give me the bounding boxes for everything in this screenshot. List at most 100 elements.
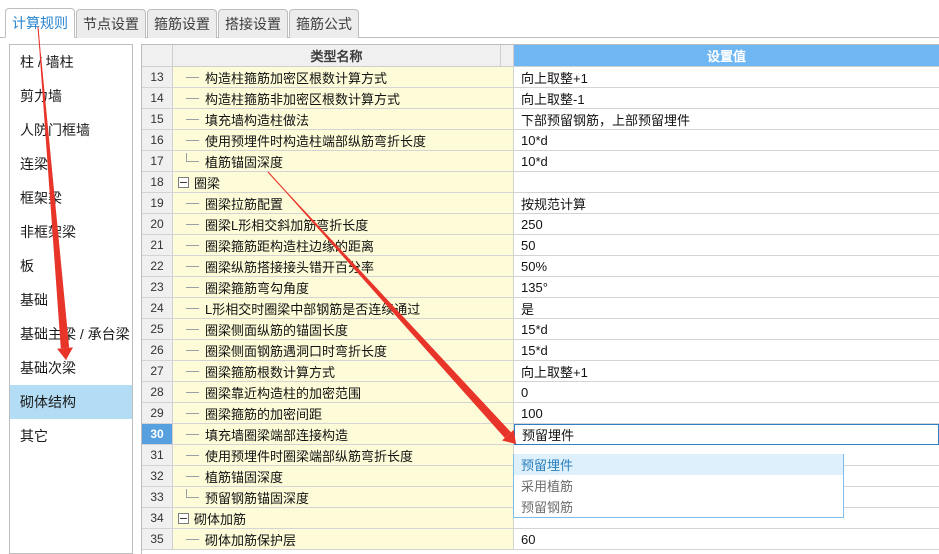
type-name-cell[interactable]: 圈梁靠近构造柱的加密范围: [173, 382, 514, 403]
dropdown-option[interactable]: 预留钢筋: [514, 496, 843, 517]
table-row[interactable]: 35 砌体加筋保护层 60: [142, 529, 939, 550]
grid-header-setting-value[interactable]: 设置值: [514, 45, 939, 67]
setting-value-cell[interactable]: 向上取整+1: [514, 67, 939, 88]
sidebar-item-4[interactable]: 连梁: [10, 147, 132, 181]
sidebar-item-11[interactable]: 砌体结构: [10, 385, 132, 419]
table-row[interactable]: 21 圈梁箍筋距构造柱边缘的距离 50: [142, 235, 939, 256]
table-row[interactable]: 14 构造柱箍筋非加密区根数计算方式 向上取整-1: [142, 88, 939, 109]
setting-value-cell-active[interactable]: 预留埋件: [514, 424, 939, 445]
type-name-cell[interactable]: 预留钢筋锚固深度: [173, 487, 514, 508]
row-number-cell[interactable]: 19: [142, 193, 173, 214]
type-name-cell[interactable]: 圈梁箍筋根数计算方式: [173, 361, 514, 382]
setting-value-cell[interactable]: 15*d: [514, 319, 939, 340]
setting-value-cell[interactable]: 向上取整+1: [514, 361, 939, 382]
setting-value-cell[interactable]: [514, 172, 939, 193]
sidebar-item-2[interactable]: 剪力墙: [10, 79, 132, 113]
table-row[interactable]: 25 圈梁侧面纵筋的锚固长度 15*d: [142, 319, 939, 340]
table-row[interactable]: 17 植筋锚固深度 10*d: [142, 151, 939, 172]
sidebar-item-7[interactable]: 板: [10, 249, 132, 283]
table-row[interactable]: 18− 圈梁: [142, 172, 939, 193]
row-number-cell[interactable]: 35: [142, 529, 173, 550]
grid-header-type-name[interactable]: 类型名称: [173, 45, 501, 67]
sidebar-item-8[interactable]: 基础: [10, 283, 132, 317]
row-number-cell[interactable]: 33: [142, 487, 173, 508]
row-number-cell[interactable]: 26: [142, 340, 173, 361]
collapse-minus-icon[interactable]: −: [178, 176, 189, 188]
table-row[interactable]: 22 圈梁纵筋搭接接头错开百分率 50%: [142, 256, 939, 277]
setting-value-cell[interactable]: 向上取整-1: [514, 88, 939, 109]
setting-value-cell[interactable]: 15*d: [514, 340, 939, 361]
row-number-cell[interactable]: 29: [142, 403, 173, 424]
setting-value-cell[interactable]: 135°: [514, 277, 939, 298]
sidebar-item-10[interactable]: 基础次梁: [10, 351, 132, 385]
type-name-cell[interactable]: 植筋锚固深度: [173, 466, 514, 487]
type-name-cell[interactable]: 圈梁箍筋的加密间距: [173, 403, 514, 424]
type-name-cell[interactable]: 构造柱箍筋加密区根数计算方式: [173, 67, 514, 88]
tab-3[interactable]: 箍筋设置: [147, 9, 217, 38]
sidebar-item-3[interactable]: 人防门框墙: [10, 113, 132, 147]
collapse-minus-icon[interactable]: −: [178, 512, 189, 524]
row-number-cell[interactable]: 23: [142, 277, 173, 298]
setting-value-cell[interactable]: 100: [514, 403, 939, 424]
table-row[interactable]: 29 圈梁箍筋的加密间距 100: [142, 403, 939, 424]
type-name-cell[interactable]: − 砌体加筋: [173, 508, 514, 529]
value-dropdown-list[interactable]: 预留埋件 采用植筋 预留钢筋: [513, 454, 844, 518]
setting-value-cell[interactable]: 10*d: [514, 130, 939, 151]
dropdown-option[interactable]: 预留埋件: [514, 454, 843, 475]
type-name-cell[interactable]: 圈梁L形相交斜加筋弯折长度: [173, 214, 514, 235]
tab-2[interactable]: 节点设置: [76, 9, 146, 38]
table-row[interactable]: 30 填充墙圈梁端部连接构造 预留埋件: [142, 424, 939, 445]
type-name-cell[interactable]: 圈梁箍筋弯勾角度: [173, 277, 514, 298]
setting-value-cell[interactable]: 10*d: [514, 151, 939, 172]
type-name-cell[interactable]: 植筋锚固深度: [173, 151, 514, 172]
type-name-cell[interactable]: 圈梁侧面纵筋的锚固长度: [173, 319, 514, 340]
sidebar-item-9[interactable]: 基础主梁 / 承台梁: [10, 317, 132, 351]
setting-value-cell[interactable]: 按规范计算: [514, 193, 939, 214]
row-number-cell[interactable]: 20: [142, 214, 173, 235]
type-name-cell[interactable]: 使用预埋件时圈梁端部纵筋弯折长度: [173, 445, 514, 466]
row-number-cell[interactable]: 27: [142, 361, 173, 382]
setting-value-cell[interactable]: 50%: [514, 256, 939, 277]
type-name-cell[interactable]: 填充墙圈梁端部连接构造: [173, 424, 514, 445]
type-name-cell[interactable]: L形相交时圈梁中部钢筋是否连续通过: [173, 298, 514, 319]
type-name-cell[interactable]: 圈梁侧面钢筋遇洞口时弯折长度: [173, 340, 514, 361]
table-row[interactable]: 28 圈梁靠近构造柱的加密范围 0: [142, 382, 939, 403]
sidebar-item-5[interactable]: 框架梁: [10, 181, 132, 215]
table-row[interactable]: 20 圈梁L形相交斜加筋弯折长度 250: [142, 214, 939, 235]
type-name-cell[interactable]: 使用预埋件时构造柱端部纵筋弯折长度: [173, 130, 514, 151]
row-number-cell[interactable]: 28: [142, 382, 173, 403]
row-number-cell[interactable]: 18: [142, 172, 173, 193]
row-number-cell[interactable]: 30: [142, 424, 173, 445]
table-row[interactable]: 16 使用预埋件时构造柱端部纵筋弯折长度 10*d: [142, 130, 939, 151]
setting-value-cell[interactable]: 下部预留钢筋，上部预留埋件: [514, 109, 939, 130]
row-number-cell[interactable]: 15: [142, 109, 173, 130]
tab-5[interactable]: 箍筋公式: [289, 9, 359, 38]
tab-1[interactable]: 计算规则: [5, 8, 75, 38]
sidebar-item-12[interactable]: 其它: [10, 419, 132, 453]
row-number-cell[interactable]: 13: [142, 67, 173, 88]
setting-value-cell[interactable]: 60: [514, 529, 939, 550]
table-row[interactable]: 24 L形相交时圈梁中部钢筋是否连续通过 是: [142, 298, 939, 319]
table-row[interactable]: 15 填充墙构造柱做法 下部预留钢筋，上部预留埋件: [142, 109, 939, 130]
row-number-cell[interactable]: 31: [142, 445, 173, 466]
table-row[interactable]: 19 圈梁拉筋配置 按规范计算: [142, 193, 939, 214]
tab-4[interactable]: 搭接设置: [218, 9, 288, 38]
type-name-cell[interactable]: 圈梁箍筋距构造柱边缘的距离: [173, 235, 514, 256]
row-number-cell[interactable]: 25: [142, 319, 173, 340]
category-sidebar[interactable]: 柱 / 墙柱 剪力墙 人防门框墙 连梁 框架梁 非框架梁板基础 基础主梁 / 承台梁 基础次梁…: [9, 44, 133, 554]
dropdown-option[interactable]: 采用植筋: [514, 475, 843, 496]
setting-value-cell[interactable]: 50: [514, 235, 939, 256]
setting-value-cell[interactable]: 是: [514, 298, 939, 319]
table-row[interactable]: 13 构造柱箍筋加密区根数计算方式 向上取整+1: [142, 67, 939, 88]
row-number-cell[interactable]: 34: [142, 508, 173, 529]
type-name-cell[interactable]: − 圈梁: [173, 172, 514, 193]
row-number-cell[interactable]: 16: [142, 130, 173, 151]
type-name-cell[interactable]: 填充墙构造柱做法: [173, 109, 514, 130]
type-name-cell[interactable]: 圈梁纵筋搭接接头错开百分率: [173, 256, 514, 277]
row-number-cell[interactable]: 22: [142, 256, 173, 277]
type-name-cell[interactable]: 砌体加筋保护层: [173, 529, 514, 550]
type-name-cell[interactable]: 圈梁拉筋配置: [173, 193, 514, 214]
row-number-cell[interactable]: 14: [142, 88, 173, 109]
table-row[interactable]: 27 圈梁箍筋根数计算方式 向上取整+1: [142, 361, 939, 382]
sidebar-item-6[interactable]: 非框架梁: [10, 215, 132, 249]
